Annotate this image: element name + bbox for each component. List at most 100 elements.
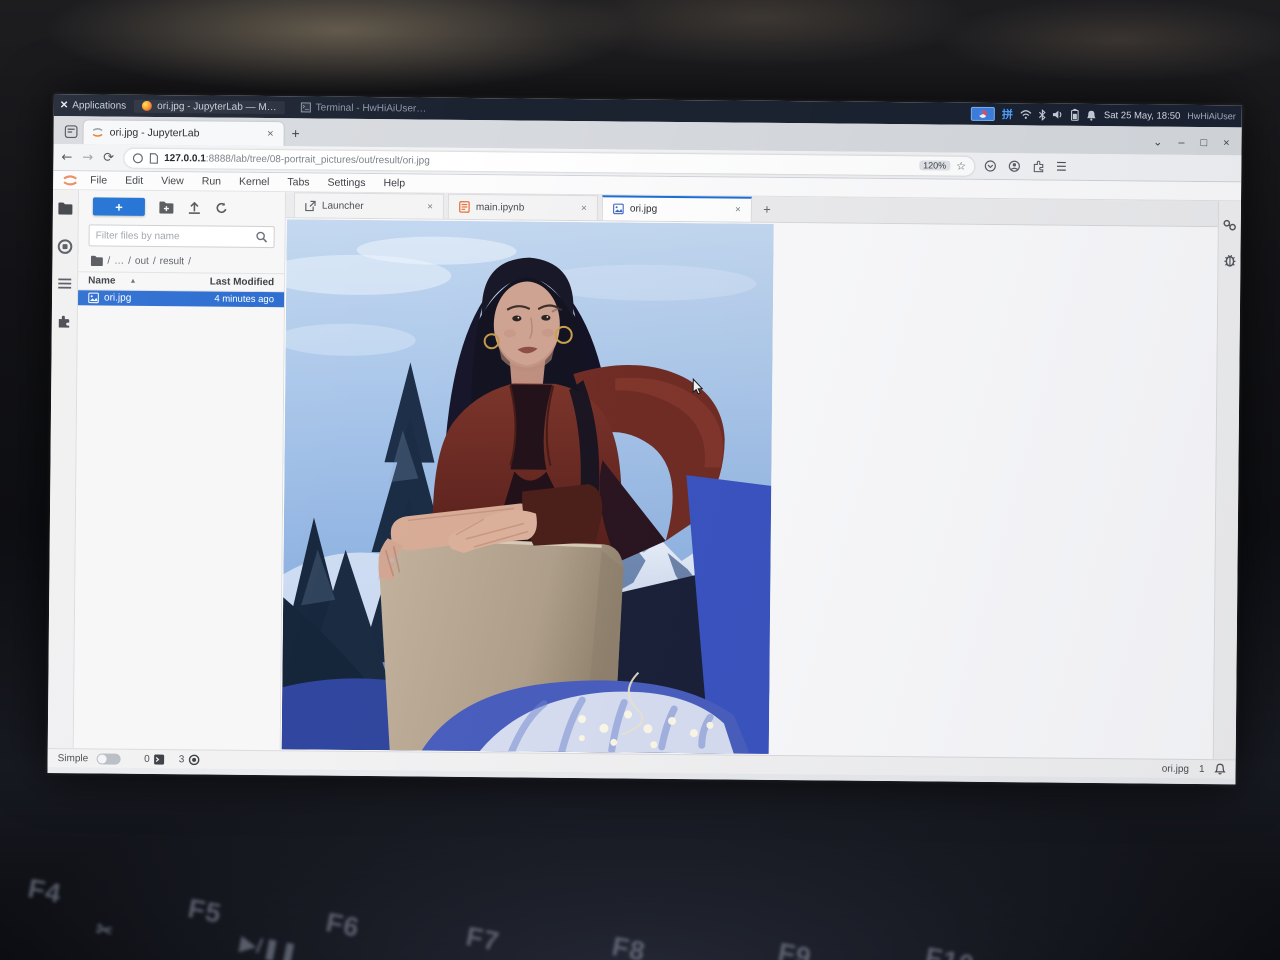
firefox-view-icon[interactable]: [58, 119, 84, 143]
current-file-label[interactable]: ori.jpg: [1162, 763, 1189, 774]
menu-kernel[interactable]: Kernel: [230, 176, 278, 188]
column-name[interactable]: Name: [88, 275, 115, 286]
key-f6: F6: [323, 907, 363, 943]
launcher-icon: [305, 200, 316, 211]
add-tab-button[interactable]: +: [756, 197, 778, 222]
zoom-level-badge[interactable]: 120%: [919, 160, 951, 171]
menu-run[interactable]: Run: [193, 175, 230, 187]
kernel-count-icon: [188, 754, 200, 765]
extension-manager-icon[interactable]: [57, 314, 72, 329]
file-name: ori.jpg: [103, 292, 132, 304]
refresh-icon[interactable]: [215, 201, 228, 214]
back-button[interactable]: ←: [61, 150, 72, 165]
running-kernels-icon[interactable]: [57, 239, 73, 254]
file-browser-toolbar: +: [79, 190, 285, 222]
play-pause-key-icon: ▶/❚❚: [238, 932, 300, 960]
image-viewer: [280, 218, 1218, 760]
filter-files-box[interactable]: [88, 224, 275, 249]
menu-file[interactable]: File: [81, 174, 116, 186]
battery-icon[interactable]: [1071, 108, 1079, 121]
tab-ori-jpg[interactable]: ori.jpg ×: [601, 195, 753, 222]
jupyter-favicon: [92, 128, 103, 137]
volume-icon[interactable]: [1052, 110, 1064, 120]
new-launcher-button[interactable]: +: [92, 197, 146, 216]
file-list-header: Name ▲ Last Modified: [78, 271, 285, 293]
simple-mode-toggle[interactable]: [96, 752, 121, 765]
taskbar-window-terminal[interactable]: ›_ Terminal - HwHiAiUser…: [293, 101, 435, 115]
taskbar-window-jupyterlab[interactable]: ori.jpg - JupyterLab — M…: [134, 99, 285, 114]
main-dock-panel: Launcher × main.ipynb × ori.jpg × +: [280, 192, 1219, 760]
jupyterlab-body: + / … / out / result / Name ▲: [47, 189, 1242, 760]
home-folder-icon[interactable]: [90, 255, 103, 267]
page-info-icon[interactable]: [149, 152, 158, 164]
wifi-icon[interactable]: [1020, 109, 1032, 119]
menu-icon[interactable]: ☰: [1056, 160, 1067, 174]
upload-icon[interactable]: [188, 201, 201, 214]
pocket-icon[interactable]: [984, 160, 996, 172]
menu-tabs[interactable]: Tabs: [278, 176, 318, 188]
debugger-icon[interactable]: [1223, 253, 1236, 267]
tab-close-icon[interactable]: ×: [265, 128, 276, 140]
breadcrumb-ellipsis[interactable]: …: [114, 256, 124, 267]
url-text[interactable]: 127.0.0.1:8888/lab/tree/08-portrait_pict…: [164, 153, 913, 171]
notebook-icon: [459, 201, 470, 213]
menu-help[interactable]: Help: [374, 177, 414, 189]
forward-button[interactable]: →: [82, 150, 93, 165]
notification-bell-icon[interactable]: [1086, 109, 1097, 121]
menu-view[interactable]: View: [152, 175, 193, 187]
pinyin-indicator[interactable]: 拼: [1002, 106, 1013, 122]
window-controls: ⌄ – □ ×: [1153, 136, 1238, 150]
account-icon[interactable]: [1008, 160, 1020, 172]
new-folder-icon[interactable]: [159, 201, 174, 214]
simple-mode-label: Simple: [57, 752, 89, 764]
menu-settings[interactable]: Settings: [319, 177, 375, 190]
extensions-icon[interactable]: [1032, 160, 1044, 173]
key-f5: F5: [185, 893, 225, 929]
property-inspector-icon[interactable]: [1223, 219, 1237, 231]
tab-launcher[interactable]: Launcher ×: [293, 192, 445, 219]
kernels-counter[interactable]: 3: [179, 754, 200, 765]
applications-icon: ✕: [59, 99, 69, 111]
close-tab-icon[interactable]: ×: [427, 201, 433, 212]
search-icon: [256, 231, 268, 243]
taskbar-clock[interactable]: Sat 25 May, 18:50: [1104, 110, 1181, 122]
key-f9: F9: [775, 937, 815, 960]
image-file-icon: [613, 203, 624, 215]
system-tray: 拼 Sat 25 May, 18:50 HwHiAiUser: [970, 106, 1236, 125]
breadcrumb: / … / out / result /: [78, 250, 284, 273]
applications-menu[interactable]: ✕ Applications: [60, 100, 126, 112]
sort-asc-icon[interactable]: ▲: [129, 278, 136, 285]
reload-button[interactable]: ⟳: [103, 150, 114, 165]
close-window-button[interactable]: ×: [1223, 137, 1230, 149]
file-browser-icon[interactable]: [58, 202, 73, 215]
bluetooth-icon[interactable]: [1039, 108, 1046, 121]
portrait-photo-ori-jpg: [281, 219, 774, 754]
scissors-key-icon: ✂: [93, 918, 116, 944]
url-bar[interactable]: 127.0.0.1:8888/lab/tree/08-portrait_pict…: [124, 148, 975, 176]
input-method-icon[interactable]: [970, 106, 995, 122]
laptop-screen: ✕ Applications ori.jpg - JupyterLab — M……: [47, 94, 1242, 785]
close-tab-icon[interactable]: ×: [735, 205, 741, 216]
minimize-button[interactable]: –: [1178, 136, 1184, 148]
notification-count[interactable]: 1: [1199, 764, 1205, 775]
maximize-button[interactable]: □: [1200, 137, 1207, 149]
table-of-contents-icon[interactable]: [57, 278, 72, 290]
tab-main-ipynb[interactable]: main.ipynb ×: [447, 193, 599, 221]
breadcrumb-out[interactable]: out: [135, 256, 149, 267]
menu-edit[interactable]: Edit: [116, 175, 152, 187]
key-f10: F10: [922, 942, 977, 960]
column-last-modified[interactable]: Last Modified: [210, 277, 275, 289]
list-tabs-icon[interactable]: ⌄: [1153, 136, 1162, 149]
site-permissions-icon[interactable]: [132, 152, 143, 163]
file-modified: 4 minutes ago: [214, 293, 275, 306]
firefox-icon: [142, 100, 153, 111]
terminals-counter[interactable]: 0: [144, 753, 165, 764]
file-row-ori-jpg[interactable]: ori.jpg 4 minutes ago: [77, 290, 285, 308]
bell-icon[interactable]: [1214, 763, 1226, 775]
bookmark-star-icon[interactable]: ☆: [956, 159, 966, 172]
browser-tab-active[interactable]: ori.jpg - JupyterLab ×: [83, 120, 284, 147]
breadcrumb-result[interactable]: result: [160, 256, 185, 267]
filter-files-input[interactable]: [95, 229, 256, 243]
new-tab-button[interactable]: +: [284, 121, 308, 145]
close-tab-icon[interactable]: ×: [581, 203, 587, 214]
